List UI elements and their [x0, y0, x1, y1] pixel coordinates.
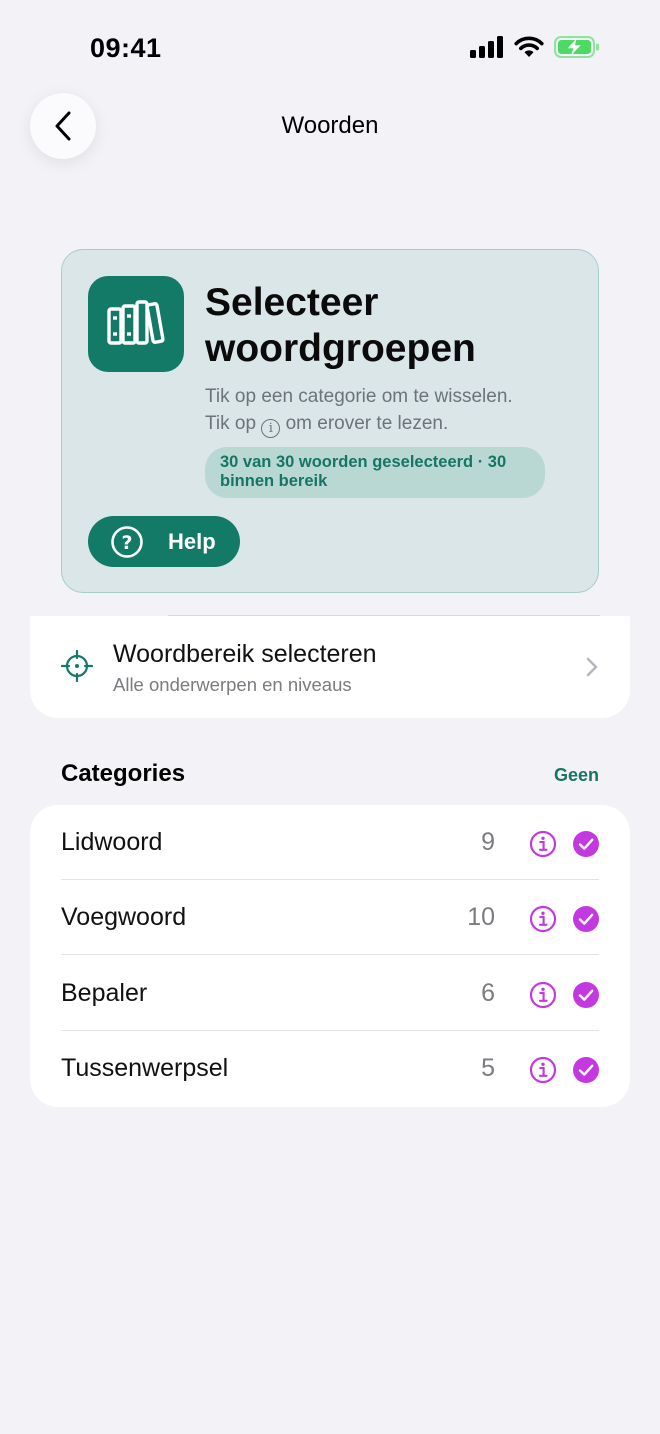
category-name: Lidwoord: [61, 828, 163, 856]
svg-text:?: ?: [121, 532, 132, 554]
hero-subtitle-line2: Tik op i om erover te lezen.: [205, 413, 449, 438]
chevron-right-icon: [586, 657, 598, 677]
categories-list: Lidwoord 9 Voegwoord 10 Bepaler 6 Tussen…: [30, 805, 630, 1107]
info-icon[interactable]: [529, 905, 557, 933]
range-title: Woordbereik selecteren: [113, 640, 377, 668]
question-circle-icon: ?: [111, 525, 143, 558]
hero-subtitle: Tik op een categorie om te wisselen. Tik…: [205, 383, 585, 438]
hero-subtitle-line1: Tik op een categorie om te wisselen.: [205, 386, 513, 407]
categories-heading: Categories: [61, 760, 186, 787]
list-item[interactable]: Voegwoord 10: [30, 880, 630, 955]
category-name: Voegwoord: [61, 903, 187, 931]
checkmark-icon[interactable]: [572, 981, 600, 1009]
hero-title: Selecteer woordgroepen: [205, 281, 476, 370]
help-button[interactable]: ? Help: [88, 516, 240, 567]
checkmark-icon[interactable]: [572, 1056, 600, 1084]
category-name: Bepaler: [61, 979, 148, 1007]
checkmark-icon[interactable]: [572, 905, 600, 933]
signal-icon: [470, 36, 503, 58]
checkmark-icon[interactable]: [572, 830, 600, 858]
list-item[interactable]: Lidwoord 9: [30, 805, 630, 880]
range-subtitle: Alle onderwerpen en niveaus: [113, 674, 352, 695]
word-range-row[interactable]: Woordbereik selecteren Alle onderwerpen …: [30, 616, 630, 718]
category-count: 6: [481, 979, 495, 1007]
deselect-all-button[interactable]: Geen: [554, 765, 599, 786]
wifi-icon: [514, 36, 544, 57]
info-icon[interactable]: [529, 830, 557, 858]
status-time: 09:41: [90, 33, 162, 63]
info-icon[interactable]: [529, 981, 557, 1009]
battery-charging-icon: [554, 36, 599, 58]
page-title: Woorden: [281, 112, 379, 139]
help-label: Help: [168, 528, 216, 554]
status-icons: [470, 36, 600, 58]
books-icon: [88, 276, 184, 372]
info-icon[interactable]: [529, 1056, 557, 1084]
category-count: 9: [481, 828, 495, 856]
category-count: 10: [467, 903, 495, 931]
status-bar: 09:41: [0, 0, 660, 96]
info-inline-icon: i: [261, 419, 281, 438]
row-divider: [61, 953, 599, 955]
selection-count-badge: 30 van 30 woorden geselecteerd · 30 binn…: [205, 447, 545, 498]
hero-card: Selecteer woordgroepen Tik op een catego…: [61, 249, 599, 593]
category-count: 5: [481, 1054, 495, 1082]
list-item[interactable]: Bepaler 6: [30, 956, 630, 1031]
category-name: Tussenwerpsel: [61, 1054, 229, 1082]
crosshair-icon: [61, 650, 93, 682]
list-item[interactable]: Tussenwerpsel 5: [30, 1031, 630, 1106]
